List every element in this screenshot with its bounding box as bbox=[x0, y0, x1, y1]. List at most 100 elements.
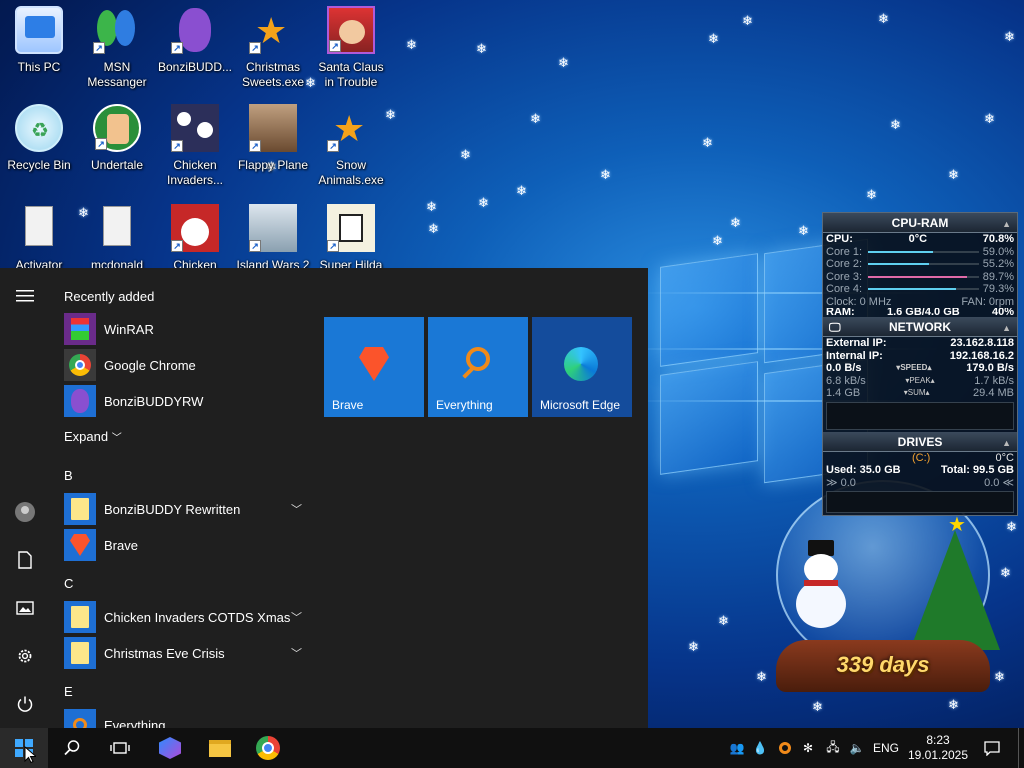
power-icon bbox=[17, 696, 33, 712]
shortcut-arrow-icon: ↗ bbox=[327, 140, 339, 152]
brave-icon bbox=[356, 347, 392, 383]
desktop-icon-snow-animals[interactable]: ★ ↗ Snow Animals.exe bbox=[312, 104, 390, 200]
desktop-icon-santa-claus-in-trouble[interactable]: ↗ Santa Claus in Trouble bbox=[312, 6, 390, 102]
core-row: Core 1: 59.0% bbox=[826, 245, 1014, 258]
computer-icon bbox=[15, 6, 63, 54]
msn-icon: ↗ bbox=[93, 6, 141, 54]
desktop-icon-undertale[interactable]: ↗ Undertale bbox=[78, 104, 156, 200]
shortcut-arrow-icon: ↗ bbox=[249, 42, 261, 54]
network-graph bbox=[826, 401, 1014, 430]
drive-usage-row: Used: 35.0 GB Total: 99.5 GB bbox=[826, 464, 1014, 476]
show-desktop-button[interactable] bbox=[1018, 728, 1024, 768]
collapse-arrow-icon[interactable]: ▲ bbox=[1002, 318, 1011, 338]
hamburger-menu-button[interactable] bbox=[0, 274, 50, 318]
magnifier-icon bbox=[460, 347, 496, 383]
speed-row: 0.0 B/s ▾SPEED▴ 179.0 B/s bbox=[826, 362, 1014, 374]
clock-time: 8:23 bbox=[926, 733, 950, 747]
desktop-icon-bonzibuddy[interactable]: ↗ BonziBUDD... bbox=[156, 6, 234, 102]
undertale-icon: ↗ bbox=[93, 104, 141, 152]
desktop-icon-chicken-invaders[interactable]: ↗ Chicken Invaders... bbox=[156, 104, 234, 200]
letter-heading-b[interactable]: B bbox=[64, 468, 73, 483]
shortcut-arrow-icon: ↗ bbox=[171, 240, 183, 252]
mouse-cursor-icon bbox=[24, 746, 36, 764]
desktop-icon-flappy-plane[interactable]: ↗ Flappy Plane bbox=[234, 104, 312, 200]
notifications-button[interactable] bbox=[978, 728, 1006, 768]
tray-snowflake-icon[interactable]: ✻ bbox=[798, 728, 818, 768]
file-explorer-button[interactable] bbox=[196, 728, 244, 768]
clock[interactable]: 8:23 19.01.2025 bbox=[906, 728, 970, 768]
copilot-icon bbox=[159, 737, 181, 759]
recently-added-heading: Recently added bbox=[64, 289, 155, 304]
external-ip-row: External IP: 23.162.8.118 bbox=[826, 337, 1014, 349]
collapse-arrow-icon[interactable]: ▲ bbox=[1002, 433, 1011, 453]
desktop-icon-recycle-bin[interactable]: ♻ Recycle Bin bbox=[0, 104, 78, 200]
clock-date: 19.01.2025 bbox=[907, 748, 969, 762]
app-item-google-chrome[interactable]: Google Chrome bbox=[64, 348, 306, 382]
tray-everything-icon[interactable] bbox=[774, 728, 796, 768]
letter-heading-e[interactable]: E bbox=[64, 684, 73, 699]
purple-gorilla-icon: ↗ bbox=[171, 6, 219, 54]
shortcut-arrow-icon: ↗ bbox=[249, 140, 261, 152]
chevron-down-icon[interactable]: ﹀ bbox=[291, 645, 302, 661]
file-icon bbox=[93, 204, 141, 252]
flappy-plane-icon: ↗ bbox=[249, 104, 297, 152]
shortcut-arrow-icon: ↗ bbox=[329, 40, 341, 52]
app-item-bonzibuddyrw[interactable]: BonziBUDDYRW bbox=[64, 384, 306, 418]
system-monitor-gadget: CPU-RAM ▲ CPU: 0°C 70.8% Core 1: 59.0% Core … bbox=[822, 212, 1018, 516]
documents-button[interactable] bbox=[0, 538, 50, 582]
tray-user-icon[interactable]: 👥 bbox=[726, 728, 748, 768]
folder-icon bbox=[64, 493, 96, 525]
ram-row: RAM: 1.6 GB/4.0 GB 40% bbox=[826, 308, 1014, 317]
chicken-santa-icon: ↗ bbox=[171, 204, 219, 252]
everything-icon bbox=[64, 709, 96, 728]
chrome-icon bbox=[256, 736, 280, 760]
app-item-christmas-eve-crisis[interactable]: Christmas Eve Crisis ﹀ bbox=[64, 636, 306, 670]
settings-button[interactable] bbox=[0, 634, 50, 678]
collapse-arrow-icon[interactable]: ▲ bbox=[1002, 214, 1011, 234]
sum-row: 1.4 GB ▾SUM▴ 29.4 MB bbox=[826, 387, 1014, 399]
tray-droplet-icon[interactable]: 💧 bbox=[750, 728, 770, 768]
chevron-down-icon[interactable]: ﹀ bbox=[291, 609, 302, 625]
app-item-chicken-invaders-cotds-xmas[interactable]: Chicken Invaders COTDS Xmas ﹀ bbox=[64, 600, 306, 634]
clock-row: Clock: 0 MHz FAN: 0rpm bbox=[826, 295, 1014, 308]
desktop-icon-christmas-sweets[interactable]: ★ ↗ Christmas Sweets.exe bbox=[234, 6, 312, 102]
desktop-icon-msn-messanger[interactable]: ↗ MSN Messanger bbox=[78, 6, 156, 102]
desktop-icon-this-pc[interactable]: This PC bbox=[0, 6, 78, 102]
search-button[interactable] bbox=[48, 728, 96, 768]
network-icon[interactable]: 🖧 bbox=[822, 728, 844, 768]
folder-icon bbox=[64, 601, 96, 633]
tile-everything[interactable]: Everything bbox=[428, 317, 528, 417]
shortcut-arrow-icon: ↗ bbox=[93, 42, 105, 54]
network-header[interactable]: 🖵 NETWORK ▲ bbox=[823, 317, 1017, 337]
core-row: Core 3: 89.7% bbox=[826, 270, 1014, 283]
core-row: Core 2: 55.2% bbox=[826, 258, 1014, 270]
folder-icon bbox=[209, 739, 231, 757]
copilot-button[interactable] bbox=[146, 728, 194, 768]
tile-microsoft-edge[interactable]: Microsoft Edge bbox=[532, 317, 632, 417]
app-item-everything[interactable]: Everything bbox=[64, 708, 306, 728]
candy-star-icon: ★ ↗ bbox=[249, 6, 297, 54]
chevron-down-icon[interactable]: ﹀ bbox=[291, 501, 302, 517]
expand-button[interactable]: Expand ﹀ bbox=[64, 420, 306, 452]
drive-c-row: (C:) 0°C bbox=[912, 451, 1014, 464]
chrome-taskbar-button[interactable] bbox=[244, 728, 292, 768]
task-view-button[interactable] bbox=[96, 728, 144, 768]
edge-icon bbox=[564, 347, 600, 383]
pictures-button[interactable] bbox=[0, 586, 50, 630]
drives-header[interactable]: DRIVES ▲ bbox=[823, 431, 1017, 453]
shortcut-arrow-icon: ↗ bbox=[171, 42, 183, 54]
cpu-ram-header[interactable]: CPU-RAM ▲ bbox=[823, 213, 1017, 233]
user-account-button[interactable] bbox=[0, 490, 50, 534]
language-indicator[interactable]: ENG bbox=[870, 728, 902, 768]
app-item-winrar[interactable]: WinRAR bbox=[64, 312, 306, 346]
tile-brave[interactable]: Brave bbox=[324, 317, 424, 417]
start-button[interactable] bbox=[0, 728, 48, 768]
letter-heading-c[interactable]: C bbox=[64, 576, 73, 591]
power-button[interactable] bbox=[0, 682, 50, 726]
volume-icon[interactable]: 🔈 bbox=[846, 728, 868, 768]
brave-icon bbox=[64, 529, 96, 561]
app-item-bonzibuddy-rewritten[interactable]: BonziBUDDY Rewritten ﹀ bbox=[64, 492, 306, 526]
shortcut-arrow-icon: ↗ bbox=[327, 240, 339, 252]
search-icon bbox=[64, 740, 80, 756]
app-item-brave[interactable]: Brave bbox=[64, 528, 306, 562]
